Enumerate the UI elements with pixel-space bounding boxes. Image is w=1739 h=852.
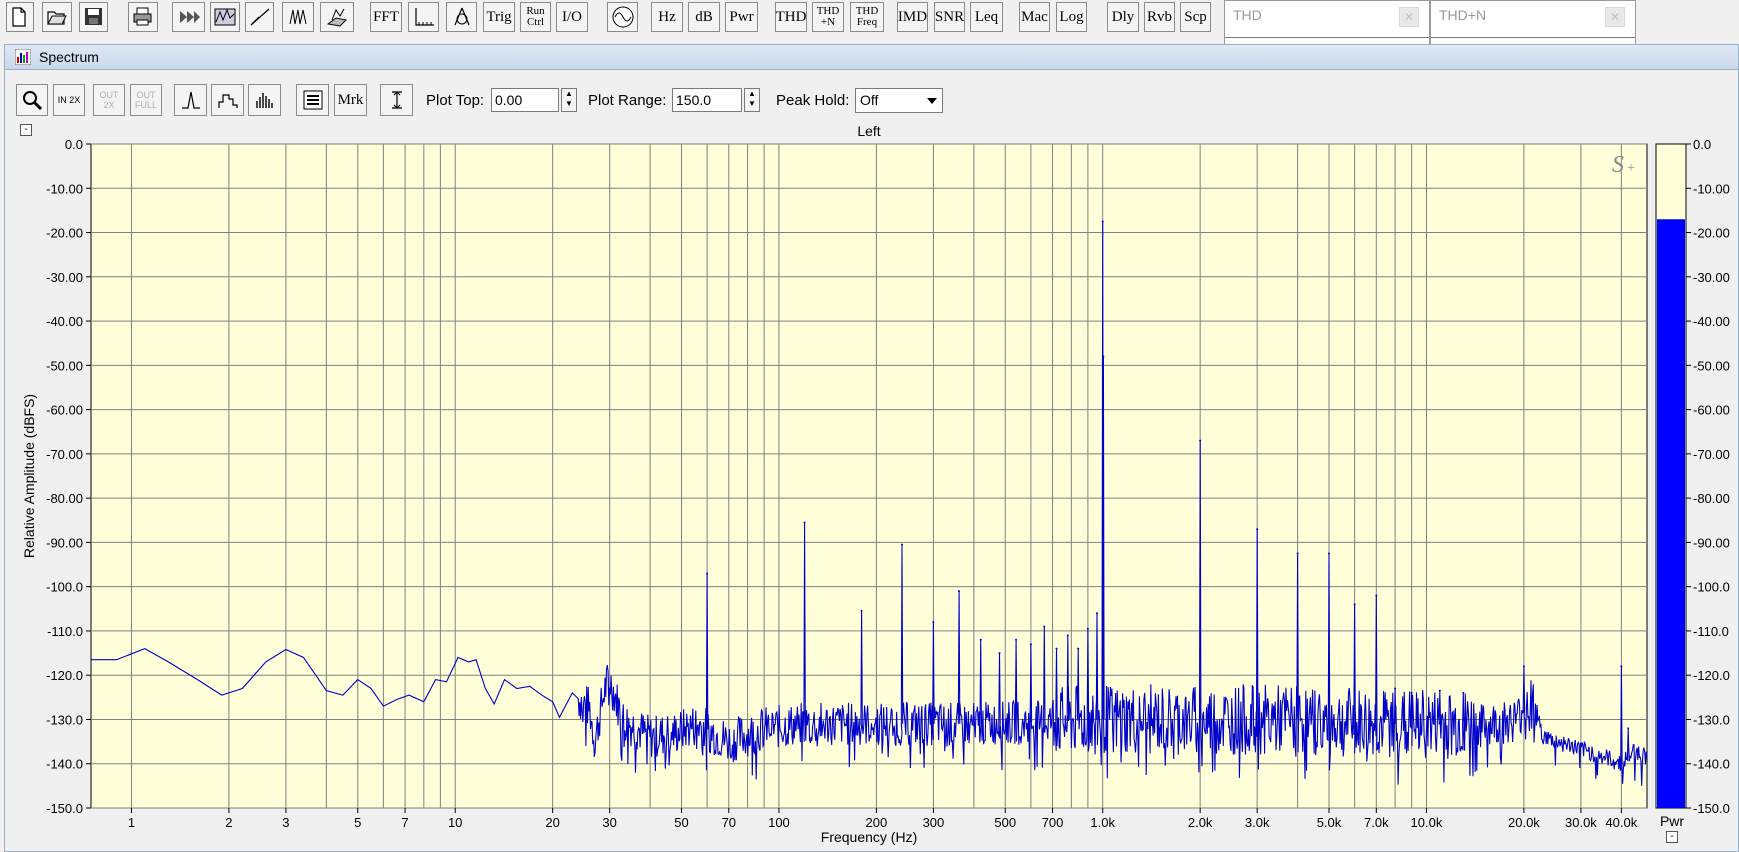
meter-tick-label: -100.0 bbox=[1693, 580, 1730, 595]
meter-tick-label: -10.00 bbox=[1693, 181, 1730, 196]
x-tick-label: 40.0k bbox=[1605, 815, 1637, 830]
y-tick-label: -150.0 bbox=[46, 801, 83, 816]
spectrum-peak bbox=[803, 521, 806, 524]
x-tick-label: 200 bbox=[866, 815, 888, 830]
y-tick-label: -110.0 bbox=[47, 624, 83, 639]
spectrum-peak bbox=[1256, 528, 1259, 531]
y-tick-label: -90.00 bbox=[46, 535, 83, 550]
x-tick-label: 500 bbox=[994, 815, 1016, 830]
x-tick-label: 100 bbox=[768, 815, 790, 830]
y-tick-label: -140.0 bbox=[46, 757, 83, 772]
spectrum-peak bbox=[1353, 603, 1356, 606]
meter-tick-label: -40.00 bbox=[1693, 314, 1730, 329]
meter-tick-label: -70.00 bbox=[1693, 447, 1730, 462]
x-tick-label: 1 bbox=[128, 815, 135, 830]
spectrum-peak bbox=[1462, 691, 1465, 694]
y-tick-label: -100.0 bbox=[46, 580, 83, 595]
x-tick-label: 700 bbox=[1042, 815, 1064, 830]
x-tick-label: 10 bbox=[448, 815, 462, 830]
x-tick-label: 3.0k bbox=[1245, 815, 1270, 830]
spectrum-peak bbox=[1086, 627, 1089, 630]
spectrum-peak bbox=[706, 572, 709, 575]
spectrum-peak bbox=[932, 621, 935, 624]
spectrum-peak bbox=[1438, 689, 1441, 692]
meter-tick-label: -110.0 bbox=[1693, 624, 1729, 639]
meter-tick-label: -120.0 bbox=[1693, 668, 1730, 683]
spectrum-peak bbox=[1199, 439, 1202, 442]
spectrum-peak bbox=[998, 652, 1001, 655]
meter-toggle-icon[interactable]: - bbox=[1666, 831, 1678, 843]
spectrum-chart: 0.0 -10.00 -20.00 -30.00 -40.00 -50.00 -60.00 -… bbox=[21, 123, 1730, 845]
spectrum-peak bbox=[1055, 647, 1058, 650]
pwr-meter-label: Pwr bbox=[1660, 813, 1684, 829]
spectrum-peak bbox=[1620, 665, 1623, 668]
x-tick-label: 30 bbox=[602, 815, 616, 830]
spectrum-peak bbox=[1066, 634, 1069, 637]
meter-tick-label: -20.00 bbox=[1693, 226, 1730, 241]
x-tick-label: 7 bbox=[401, 815, 408, 830]
meter-tick-label: -50.00 bbox=[1693, 358, 1730, 373]
spectrum-peak bbox=[1522, 665, 1525, 668]
x-tick-label: 2.0k bbox=[1188, 815, 1213, 830]
meter-tick-label: -140.0 bbox=[1693, 757, 1730, 772]
y-tick-label: -130.0 bbox=[46, 712, 83, 727]
meter-tick-label: -60.00 bbox=[1693, 403, 1730, 418]
spectrum-peak bbox=[1077, 647, 1080, 650]
spectrum-peak bbox=[1102, 355, 1105, 358]
splus-logo-plus: + bbox=[1627, 161, 1635, 176]
spectrum-peak bbox=[1627, 727, 1630, 730]
splus-logo: S bbox=[1612, 152, 1624, 178]
spectrum-peak bbox=[860, 610, 863, 613]
x-tick-label: 70 bbox=[722, 815, 736, 830]
meter-tick-label: -80.00 bbox=[1693, 491, 1730, 506]
x-tick-label: 5.0k bbox=[1317, 815, 1342, 830]
spectrum-peak bbox=[979, 638, 982, 641]
spectrum-peak bbox=[1095, 612, 1098, 615]
spectrum-peak bbox=[901, 543, 904, 546]
y-axis-label: Relative Amplitude (dBFS) bbox=[21, 394, 37, 558]
x-tick-label: 50 bbox=[674, 815, 688, 830]
y-tick-label: -80.00 bbox=[46, 491, 83, 506]
meter-tick-label: -90.00 bbox=[1693, 535, 1730, 550]
meter-tick-label: -30.00 bbox=[1693, 270, 1730, 285]
y-tick-label: -50.00 bbox=[46, 358, 83, 373]
spectrum-peak bbox=[1296, 552, 1299, 555]
x-tick-label: 20.0k bbox=[1508, 815, 1540, 830]
y-tick-label: -70.00 bbox=[46, 447, 83, 462]
y-tick-label: -30.00 bbox=[46, 270, 83, 285]
y-tick-label: -120.0 bbox=[46, 668, 83, 683]
x-tick-label: 300 bbox=[923, 815, 945, 830]
spectrum-peak bbox=[1375, 594, 1378, 597]
x-axis-label: Frequency (Hz) bbox=[821, 829, 917, 845]
spectrum-peak bbox=[1410, 691, 1413, 694]
spectrum-peak bbox=[1029, 643, 1032, 646]
spectrum-peak bbox=[1394, 687, 1397, 690]
spectrum-peak bbox=[1101, 220, 1104, 223]
y-tick-label: 0.0 bbox=[65, 137, 83, 152]
collapse-toggle-icon[interactable]: - bbox=[20, 124, 32, 136]
x-tick-label: 30.0k bbox=[1565, 815, 1597, 830]
meter-tick-label: 0.0 bbox=[1693, 137, 1711, 152]
x-tick-label: 1.0k bbox=[1090, 815, 1115, 830]
chart-title: Left bbox=[857, 123, 880, 139]
pwr-meter-fill bbox=[1657, 219, 1685, 809]
x-tick-label: 7.0k bbox=[1364, 815, 1389, 830]
meter-tick-label: -130.0 bbox=[1693, 712, 1730, 727]
x-tick-label: 10.0k bbox=[1411, 815, 1443, 830]
y-tick-label: -20.00 bbox=[46, 226, 83, 241]
x-tick-label: 2 bbox=[225, 815, 232, 830]
spectrum-peak bbox=[1015, 638, 1018, 641]
y-tick-label: -40.00 bbox=[46, 314, 83, 329]
spectrum-peak bbox=[958, 590, 961, 593]
x-tick-label: 5 bbox=[354, 815, 361, 830]
spectrum-peak bbox=[1327, 552, 1330, 555]
x-tick-label: 3 bbox=[282, 815, 289, 830]
x-tick-label: 20 bbox=[545, 815, 559, 830]
y-tick-label: -10.00 bbox=[46, 181, 83, 196]
y-tick-label: -60.00 bbox=[46, 403, 83, 418]
meter-tick-label: -150.0 bbox=[1693, 801, 1730, 816]
spectrum-peak bbox=[1043, 625, 1046, 628]
